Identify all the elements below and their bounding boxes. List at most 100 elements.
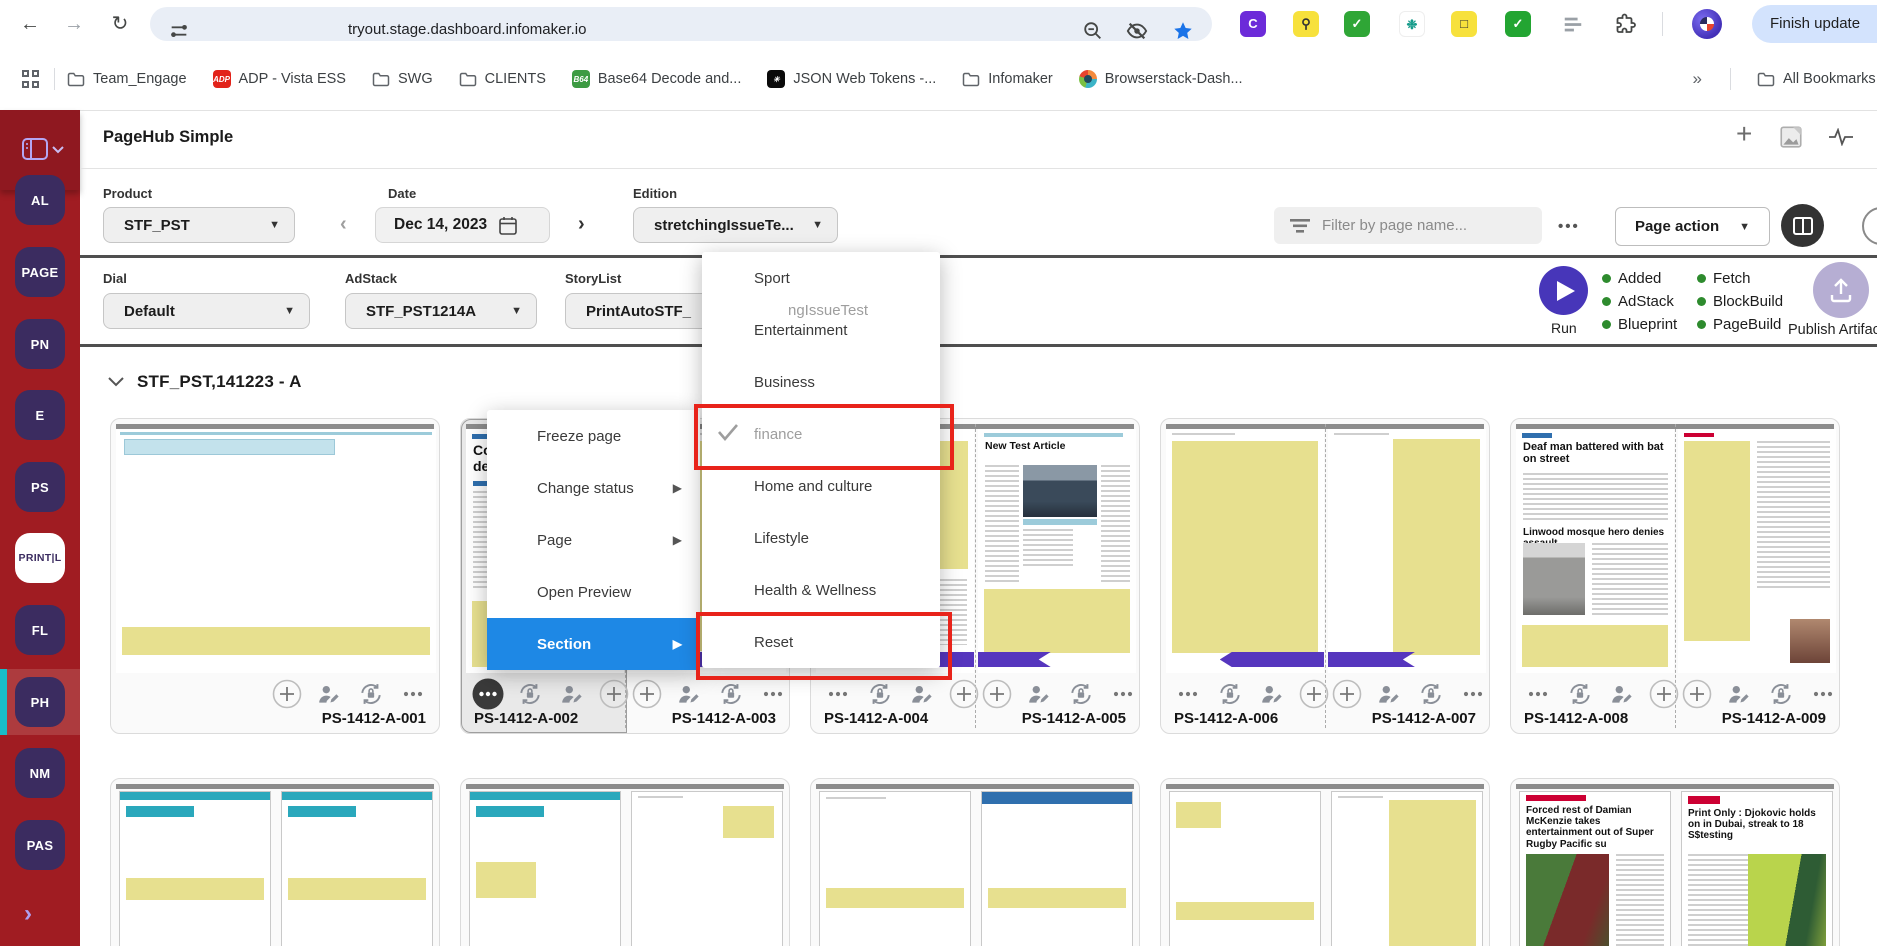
sidebar-item-page[interactable]: PAGE [15,247,65,297]
page-card-r1-5[interactable]: Deaf man battered with bat on streetLinw… [1510,418,1840,734]
menu-item-section[interactable]: Section▶ [487,618,700,670]
adstack-select[interactable]: STF_PST1214A▼ [345,293,537,329]
page-thumbnail[interactable] [281,791,433,946]
image-doc-icon[interactable] [1778,124,1804,150]
bookmark-star-icon[interactable] [1172,20,1194,42]
page-thumbnail-ps-1412-a-008[interactable]: Deaf man battered with bat on streetLinw… [1516,429,1674,673]
sidebar-item-nm[interactable]: NM [15,748,65,798]
bookmarks-apps-icon[interactable] [22,70,40,88]
page-card-r2-3[interactable] [810,778,1140,946]
status-icon[interactable] [513,678,546,711]
reading-list-icon[interactable] [1562,14,1584,36]
plus-icon[interactable] [1297,678,1330,711]
sidebar-item-print-l[interactable]: PRINT|L [15,533,65,583]
assign-icon[interactable] [312,678,345,711]
address-bar[interactable]: tryout.stage.dashboard.infomaker.io [150,7,1212,41]
add-icon[interactable]: + [1736,118,1752,150]
sidebar-item-e[interactable]: E [15,390,65,440]
password-eye-off-icon[interactable] [1126,20,1148,42]
page-thumbnail[interactable]: Print Only : Djokovic holds on in Dubai,… [1681,791,1833,946]
publish-button[interactable] [1813,262,1869,318]
page-thumbnail-ps-1412-a-006[interactable] [1166,429,1324,673]
assign-icon[interactable] [555,678,588,711]
columns-view-button[interactable] [1781,204,1824,247]
sidebar-item-pn[interactable]: PN [15,319,65,369]
extensions-puzzle-icon[interactable] [1614,12,1638,36]
plus-icon[interactable] [980,678,1013,711]
sidebar-item-al[interactable]: AL [15,175,65,225]
url-text[interactable]: tryout.stage.dashboard.infomaker.io [348,21,586,38]
submenu-item-sport[interactable]: Sport [702,252,940,304]
sidebar-expand-icon[interactable]: › [24,900,32,928]
menu-item-page[interactable]: Page▶ [487,514,700,566]
sidebar-item-fl[interactable]: FL [15,605,65,655]
plus-icon[interactable] [630,678,663,711]
run-button[interactable] [1539,266,1588,315]
page-thumbnail[interactable] [119,791,271,946]
bookmark-item-json-web-tokens[interactable]: ✳JSON Web Tokens -... [767,70,936,88]
status-icon[interactable] [354,678,387,711]
reload-icon[interactable]: ↻ [106,10,134,38]
zoom-out-icon[interactable] [1082,20,1104,42]
page-card-r1-4[interactable]: PS-1412-A-006PS-1412-A-007 [1160,418,1490,734]
section-collapse-icon[interactable] [108,377,124,387]
plus-icon[interactable] [947,678,980,711]
more-options[interactable]: ••• [1558,218,1580,235]
assign-icon[interactable] [1605,678,1638,711]
page-card-r2-4[interactable] [1160,778,1490,946]
status-icon[interactable] [1563,678,1596,711]
page-card-r2-5[interactable]: Forced rest of Damian McKenzie takes ent… [1510,778,1840,946]
assign-icon[interactable] [1372,678,1405,711]
status-icon[interactable] [863,678,896,711]
bookmark-item-adp-vista-ess[interactable]: ADPADP - Vista ESS [213,70,346,88]
menu-item-open-preview[interactable]: Open Preview [487,566,700,618]
page-card-r2-2[interactable] [460,778,790,946]
sidebar-item-ps[interactable]: PS [15,462,65,512]
extension-icon-2[interactable]: ⚲ [1293,11,1319,37]
page-thumbnail-ps-1412-a-009[interactable] [1678,429,1836,673]
profile-avatar[interactable] [1692,9,1722,39]
plus-icon[interactable] [270,678,303,711]
more-icon[interactable] [1171,678,1204,711]
sidebar-item-ph[interactable]: PH [15,677,65,727]
page-thumbnail[interactable] [1331,791,1483,946]
edition-select[interactable]: stretchingIssueTe...▼ [633,207,838,243]
plus-icon[interactable] [1330,678,1363,711]
submenu-item-health-wellness[interactable]: Health & Wellness [702,564,940,616]
more-icon[interactable] [396,678,429,711]
site-info-icon[interactable] [168,20,190,42]
filter-input[interactable]: Filter by page name... [1274,207,1542,244]
partial-circle-icon[interactable] [1862,207,1877,245]
plus-icon[interactable] [597,678,630,711]
forward-icon[interactable]: → [60,10,88,38]
plus-icon[interactable] [1680,678,1713,711]
status-icon[interactable] [1213,678,1246,711]
more-icon[interactable] [1806,678,1839,711]
extension-icon-1[interactable]: C [1240,11,1266,37]
page-thumbnail-ps-1412-a-005[interactable]: New Test Article [978,429,1136,673]
more-icon[interactable] [1456,678,1489,711]
more-icon[interactable] [1521,678,1554,711]
assign-icon[interactable] [1722,678,1755,711]
submenu-item-lifestyle[interactable]: Lifestyle [702,512,940,564]
page-thumbnail[interactable] [1169,791,1321,946]
all-bookmarks[interactable]: All Bookmarks [1757,71,1877,87]
bookmark-item-swg[interactable]: SWG [372,71,433,87]
bookmark-item-team-engage[interactable]: Team_Engage [67,71,187,87]
sidebar-item-pas[interactable]: PAS [15,820,65,870]
bookmark-item-browserstack-dash[interactable]: Browserstack-Dash... [1079,70,1243,88]
page-thumbnail-ps-1412-a-007[interactable] [1328,429,1486,673]
date-input[interactable]: Dec 14, 2023 [375,207,550,243]
activity-icon[interactable] [1828,128,1854,146]
extension-icon-6[interactable]: ✓ [1505,11,1531,37]
status-icon[interactable] [1414,678,1447,711]
status-icon[interactable] [714,678,747,711]
finish-update-button[interactable]: Finish update [1752,5,1877,43]
bookmarks-overflow-icon[interactable]: » [1693,69,1702,89]
extension-icon-4[interactable]: ❉ [1399,11,1425,37]
more-icon[interactable] [756,678,789,711]
more-icon[interactable] [1106,678,1139,711]
bookmark-item-clients[interactable]: CLIENTS [459,71,546,87]
plus-icon[interactable] [1647,678,1680,711]
page-card-r1-1[interactable]: PS-1412-A-001 [110,418,440,734]
